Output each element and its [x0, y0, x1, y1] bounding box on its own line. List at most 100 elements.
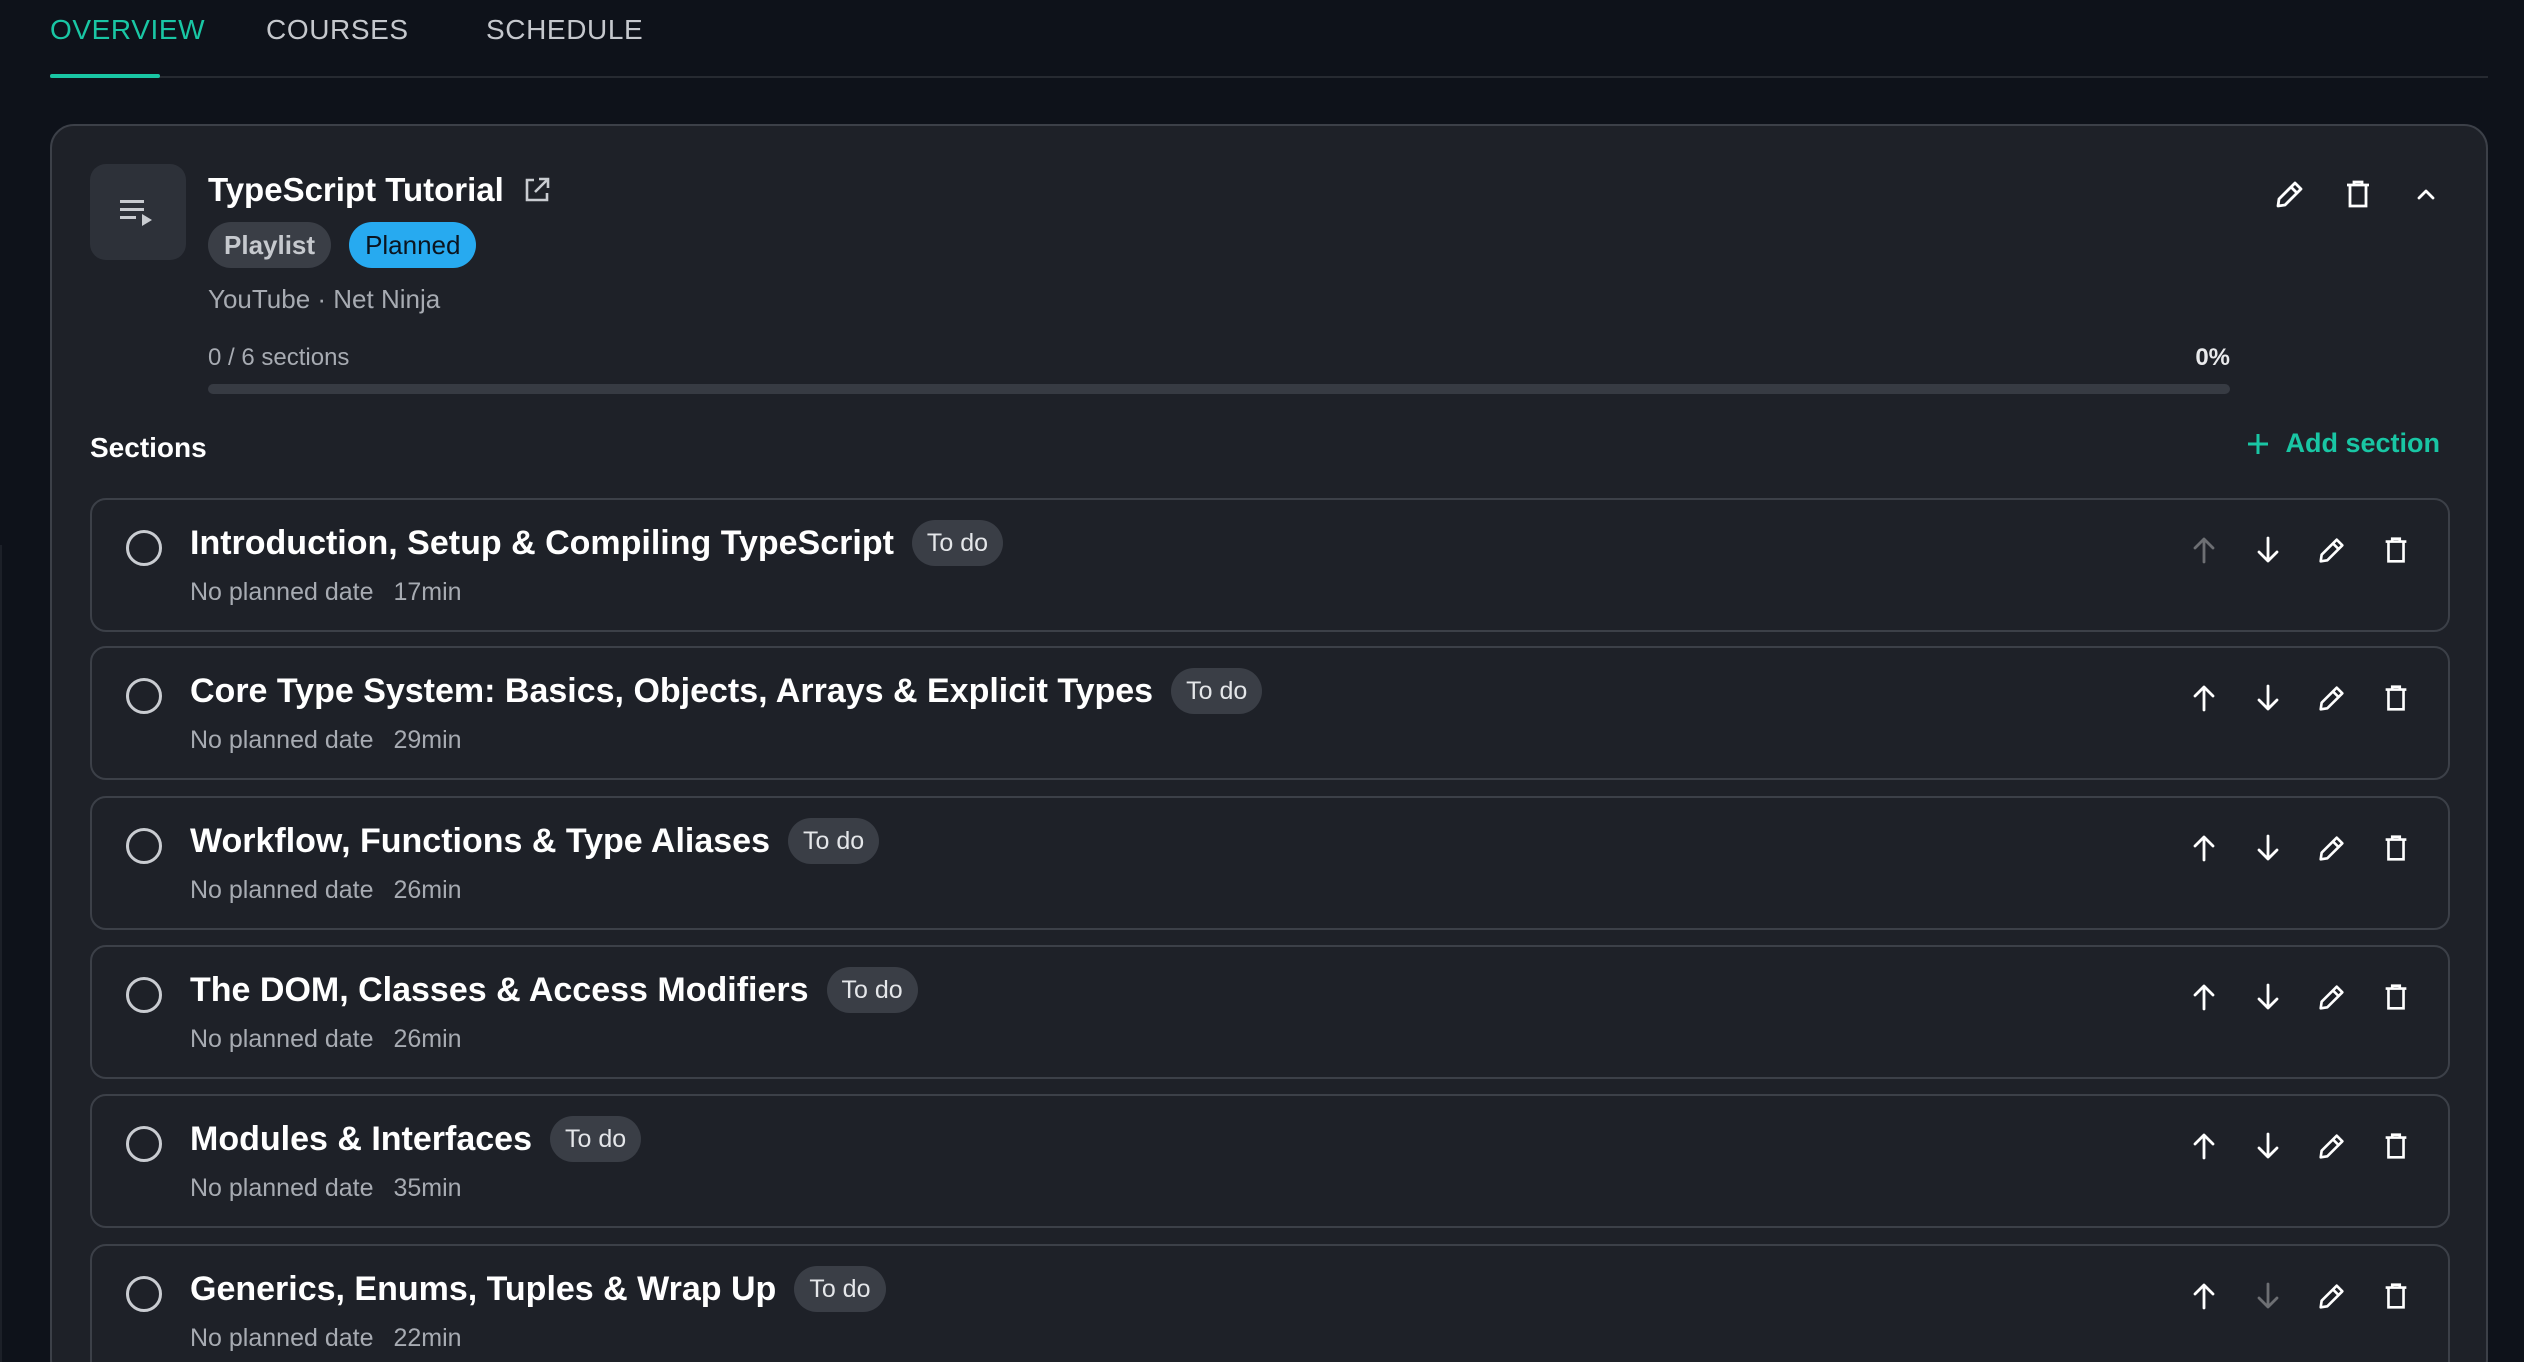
section-complete-checkbox[interactable] [126, 828, 162, 864]
pencil-icon [2319, 985, 2344, 1010]
status-chip: Planned [349, 222, 477, 268]
pencil-icon [2319, 538, 2344, 563]
section-title: Introduction, Setup & Compiling TypeScri… [190, 523, 894, 562]
section-title: Workflow, Functions & Type Aliases [190, 821, 770, 860]
arrow-down-icon [2257, 684, 2279, 711]
delete-course-button[interactable] [2334, 170, 2382, 218]
section-complete-checkbox[interactable] [126, 530, 162, 566]
open-in-new-icon[interactable] [522, 175, 552, 205]
section-meta: No planned date 17min [190, 578, 462, 607]
trash-icon [2385, 1283, 2407, 1309]
move-up-button[interactable] [2180, 1272, 2228, 1320]
course-source: YouTube · Net Ninja [208, 284, 441, 314]
move-down-button[interactable] [2244, 1272, 2292, 1320]
section-actions [2180, 973, 2420, 1021]
section-meta: No planned date 22min [190, 1324, 462, 1353]
move-down-button[interactable] [2244, 674, 2292, 722]
arrow-up-icon [2193, 835, 2215, 862]
progress-percent: 0% [2195, 344, 2230, 371]
section-duration: 22min [393, 1324, 462, 1352]
section-title: The DOM, Classes & Access Modifiers [190, 970, 809, 1009]
plus-icon [2248, 433, 2269, 454]
delete-section-button[interactable] [2372, 674, 2420, 722]
section-date: No planned date [190, 1324, 374, 1352]
collapse-course-button[interactable] [2402, 170, 2450, 218]
move-down-button[interactable] [2244, 1122, 2292, 1170]
sections-heading: Sections [90, 432, 207, 463]
arrow-down-icon [2257, 1132, 2279, 1159]
tab-overview[interactable]: OVERVIEW [50, 0, 205, 78]
move-up-button[interactable] [2180, 973, 2228, 1021]
course-thumbnail [90, 164, 186, 260]
move-up-button[interactable] [2180, 824, 2228, 872]
delete-section-button[interactable] [2372, 1272, 2420, 1320]
arrow-up-icon [2193, 1133, 2215, 1160]
section-complete-checkbox[interactable] [126, 678, 162, 714]
chevron-up-icon [2417, 189, 2435, 200]
arrow-down-icon [2257, 1282, 2279, 1309]
tab-bar: OVERVIEW COURSES SCHEDULE [50, 0, 2488, 78]
progress-bar [208, 384, 2230, 394]
pencil-icon [2319, 686, 2344, 711]
edit-section-button[interactable] [2308, 1272, 2356, 1320]
move-down-button[interactable] [2244, 824, 2292, 872]
section-date: No planned date [190, 1025, 374, 1053]
playlist-play-icon [120, 200, 152, 226]
edit-section-button[interactable] [2308, 674, 2356, 722]
section-complete-checkbox[interactable] [126, 1276, 162, 1312]
trash-icon [2347, 180, 2369, 208]
section-actions [2180, 1272, 2420, 1320]
section-row: Modules & Interfaces To do No planned da… [90, 1094, 2450, 1228]
section-meta: No planned date 26min [190, 1025, 462, 1054]
edit-section-button[interactable] [2308, 973, 2356, 1021]
trash-icon [2385, 685, 2407, 711]
section-title: Modules & Interfaces [190, 1119, 532, 1158]
edit-section-button[interactable] [2308, 1122, 2356, 1170]
section-status-badge: To do [826, 967, 918, 1013]
pencil-icon [2319, 836, 2344, 861]
section-row: Generics, Enums, Tuples & Wrap Up To do … [90, 1244, 2450, 1362]
delete-section-button[interactable] [2372, 824, 2420, 872]
section-duration: 26min [393, 1025, 462, 1053]
move-up-button[interactable] [2180, 674, 2228, 722]
progress-label: 0 / 6 sections [208, 344, 350, 371]
type-chip: Playlist [208, 222, 332, 268]
section-row: Core Type System: Basics, Objects, Array… [90, 646, 2450, 780]
arrow-down-icon [2257, 536, 2279, 563]
arrow-up-icon [2193, 537, 2215, 564]
trash-icon [2385, 1133, 2407, 1159]
section-title: Core Type System: Basics, Objects, Array… [190, 671, 1154, 710]
section-actions [2180, 824, 2420, 872]
arrow-down-icon [2257, 983, 2279, 1010]
section-date: No planned date [190, 726, 374, 754]
section-complete-checkbox[interactable] [126, 977, 162, 1013]
arrow-up-icon [2193, 984, 2215, 1011]
move-down-button[interactable] [2244, 973, 2292, 1021]
section-row: Workflow, Functions & Type Aliases To do… [90, 796, 2450, 930]
section-meta: No planned date 29min [190, 726, 462, 755]
move-up-button[interactable] [2180, 1122, 2228, 1170]
section-complete-checkbox[interactable] [126, 1126, 162, 1162]
edit-section-button[interactable] [2308, 526, 2356, 574]
delete-section-button[interactable] [2372, 973, 2420, 1021]
sidebar-edge [0, 545, 2, 1362]
section-status-badge: To do [549, 1116, 642, 1162]
delete-section-button[interactable] [2372, 526, 2420, 574]
section-duration: 29min [393, 726, 462, 754]
move-down-button[interactable] [2244, 526, 2292, 574]
section-actions [2180, 674, 2420, 722]
section-date: No planned date [190, 876, 374, 904]
add-section-button[interactable]: Add section [2245, 428, 2440, 459]
course-chips: Playlist Planned [208, 222, 477, 268]
edit-course-button[interactable] [2266, 170, 2314, 218]
tab-schedule[interactable]: SCHEDULE [486, 0, 643, 76]
course-actions [2266, 170, 2450, 218]
section-duration: 17min [393, 578, 462, 606]
trash-icon [2385, 984, 2407, 1010]
move-up-button[interactable] [2180, 526, 2228, 574]
course-card: TypeScript Tutorial Playlist Planned You… [50, 124, 2488, 1362]
tab-courses[interactable]: COURSES [266, 0, 408, 76]
delete-section-button[interactable] [2372, 1122, 2420, 1170]
section-duration: 35min [393, 1174, 462, 1202]
edit-section-button[interactable] [2308, 824, 2356, 872]
